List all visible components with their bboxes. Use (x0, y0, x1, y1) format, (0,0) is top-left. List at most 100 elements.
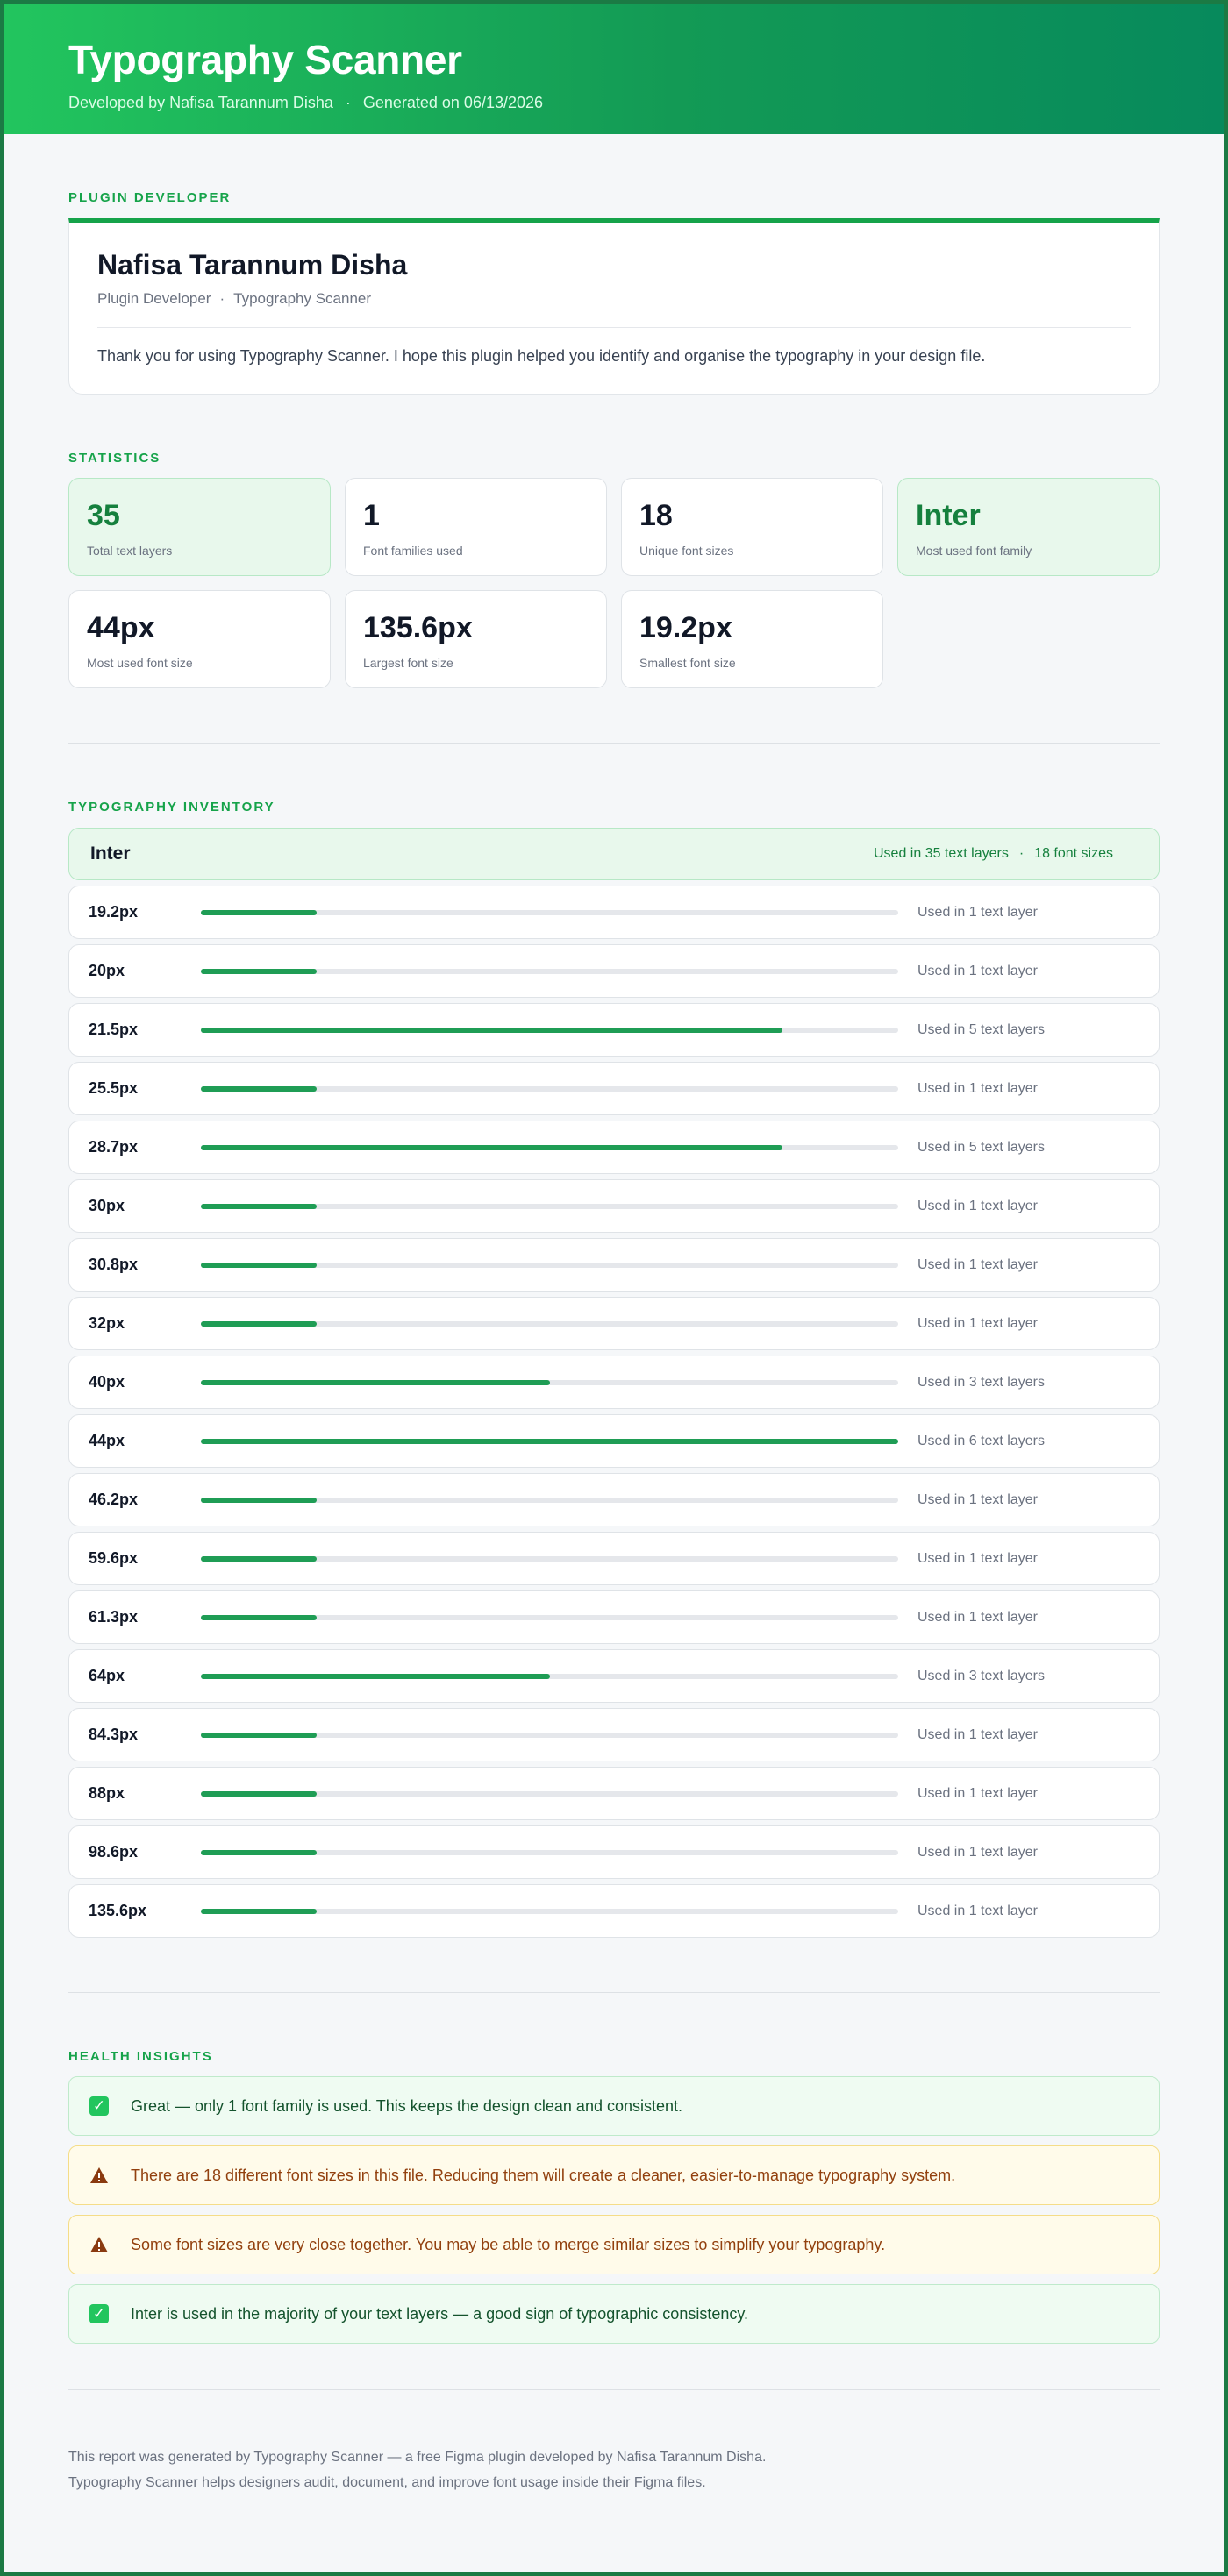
usage-bar-track (201, 1849, 898, 1855)
stat-value: Inter (916, 499, 981, 532)
developed-by: Developed by Nafisa Tarannum Disha (68, 94, 333, 111)
usage-bar-track (201, 1027, 898, 1033)
usage-count: Used in 1 text layer (917, 1726, 1038, 1742)
divider (68, 1992, 1160, 1993)
insight-text: Great — only 1 font family is used. This… (131, 2096, 683, 2115)
usage-bar-track (201, 1497, 898, 1503)
font-size-value: 135.6px (89, 1902, 147, 1919)
usage-bar-fill (201, 1085, 317, 1092)
usage-count: Used in 3 text layers (917, 1668, 1045, 1683)
footer-line: Typography Scanner helps designers audit… (68, 2475, 706, 2490)
font-size-row: 64px Used in 3 text layers (68, 1649, 1160, 1703)
usage-bar-track (201, 1379, 898, 1385)
stat-value: 135.6px (363, 611, 473, 644)
usage-bar-track (201, 968, 898, 974)
stat-label: Unique font sizes (639, 544, 734, 558)
stat-label: Most used font family (916, 544, 1032, 558)
report-frame: Typography Scanner Developed by Nafisa T… (0, 0, 1228, 2576)
font-size-value: 44px (89, 1432, 125, 1449)
generated-date: Generated on 06/13/2026 (362, 94, 544, 111)
footer-line: This report was generated by Typography … (68, 2450, 767, 2465)
family-size-count: 18 font sizes (1034, 846, 1113, 861)
stat-card: 44px Most used font size (68, 590, 331, 688)
stat-value: 44px (87, 611, 155, 644)
separator: · (219, 290, 225, 307)
usage-bar-fill (201, 1908, 317, 1914)
usage-bar-fill (201, 1262, 317, 1268)
font-size-row: 61.3px Used in 1 text layer (68, 1590, 1160, 1644)
font-size-row: 84.3px Used in 1 text layer (68, 1708, 1160, 1761)
insights-section-title: Health Insights (68, 2049, 213, 2064)
plugin-label: Typography Scanner (233, 290, 372, 307)
report-title: Typography Scanner (68, 37, 462, 82)
font-size-row: 59.6px Used in 1 text layer (68, 1532, 1160, 1585)
usage-count: Used in 1 text layer (917, 1080, 1038, 1096)
family-usage: Used in 35 text layers (873, 846, 1009, 861)
usage-bar-fill (201, 1614, 317, 1620)
divider (68, 2389, 1160, 2390)
insight-item: ✓ Inter is used in the majority of your t… (68, 2284, 1160, 2344)
font-size-value: 98.6px (89, 1843, 139, 1861)
developer-message: Thank you for using Typography Scanner. … (97, 347, 986, 365)
font-size-value: 30px (89, 1197, 125, 1214)
stat-card: 19.2px Smallest font size (621, 590, 883, 688)
usage-bar-track (201, 1320, 898, 1327)
check-icon: ✓ (89, 2096, 110, 2117)
font-size-value: 25.5px (89, 1079, 139, 1097)
font-family-name: Inter (90, 843, 131, 864)
font-size-row: 19.2px Used in 1 text layer (68, 886, 1160, 939)
separator: · (345, 94, 351, 111)
font-size-row: 32px Used in 1 text layer (68, 1297, 1160, 1350)
usage-bar-fill (201, 1320, 317, 1327)
font-size-row: 20px Used in 1 text layer (68, 944, 1160, 998)
stat-card: Inter Most used font family (897, 478, 1160, 576)
usage-count: Used in 5 text layers (917, 1021, 1045, 1037)
font-size-row: 28.7px Used in 5 text layers (68, 1121, 1160, 1174)
usage-bar-fill (201, 1203, 317, 1209)
font-size-row: 135.6px Used in 1 text layer (68, 1884, 1160, 1938)
font-size-row: 40px Used in 3 text layers (68, 1356, 1160, 1409)
insight-text: Inter is used in the majority of your te… (131, 2304, 749, 2323)
developer-name: Nafisa Tarannum Disha (97, 249, 408, 281)
font-size-value: 61.3px (89, 1608, 139, 1626)
usage-count: Used in 1 text layer (917, 1256, 1038, 1272)
font-size-row: 30.8px Used in 1 text layer (68, 1238, 1160, 1292)
separator: · (1018, 846, 1025, 861)
usage-count: Used in 1 text layer (917, 1903, 1038, 1918)
font-size-row: 46.2px Used in 1 text layer (68, 1473, 1160, 1526)
font-size-row: 98.6px Used in 1 text layer (68, 1825, 1160, 1879)
stat-label: Largest font size (363, 656, 453, 670)
usage-bar-fill (201, 1144, 782, 1150)
statistics-grid: 35 Total text layers 1 Font families used 18… (68, 478, 1160, 688)
warning-icon (89, 2234, 110, 2255)
warning-icon (89, 2165, 110, 2186)
font-size-value: 30.8px (89, 1256, 139, 1273)
usage-bar-fill (201, 1673, 550, 1679)
usage-count: Used in 1 text layer (917, 1198, 1038, 1213)
usage-bar-fill (201, 1497, 317, 1503)
font-size-row: 30px Used in 1 text layer (68, 1179, 1160, 1233)
statistics-section-title: Statistics (68, 451, 161, 466)
font-size-value: 64px (89, 1667, 125, 1684)
insight-text: Some font sizes are very close together.… (131, 2235, 886, 2253)
usage-bar-fill (201, 1027, 782, 1033)
font-size-value: 46.2px (89, 1491, 139, 1508)
insight-item: Some font sizes are very close together.… (68, 2215, 1160, 2274)
usage-bar-track (201, 1555, 898, 1562)
insight-text: There are 18 different font sizes in thi… (131, 2166, 956, 2184)
font-size-value: 20px (89, 962, 125, 979)
usage-bar-fill (201, 1849, 317, 1855)
inventory-section-title: Typography Inventory (68, 800, 275, 815)
usage-bar-fill (201, 1379, 550, 1385)
stat-value: 19.2px (639, 611, 732, 644)
usage-bar-track (201, 1203, 898, 1209)
usage-count: Used in 3 text layers (917, 1374, 1045, 1390)
header-subtitle: Developed by Nafisa Tarannum Disha · Gener… (68, 94, 1160, 112)
usage-count: Used in 1 text layer (917, 904, 1038, 920)
usage-count: Used in 1 text layer (917, 1844, 1038, 1860)
stat-value: 18 (639, 499, 673, 532)
usage-bar-track (201, 1790, 898, 1797)
usage-bar-track (201, 1438, 898, 1444)
divider (68, 743, 1160, 744)
usage-bar-fill (201, 909, 317, 915)
